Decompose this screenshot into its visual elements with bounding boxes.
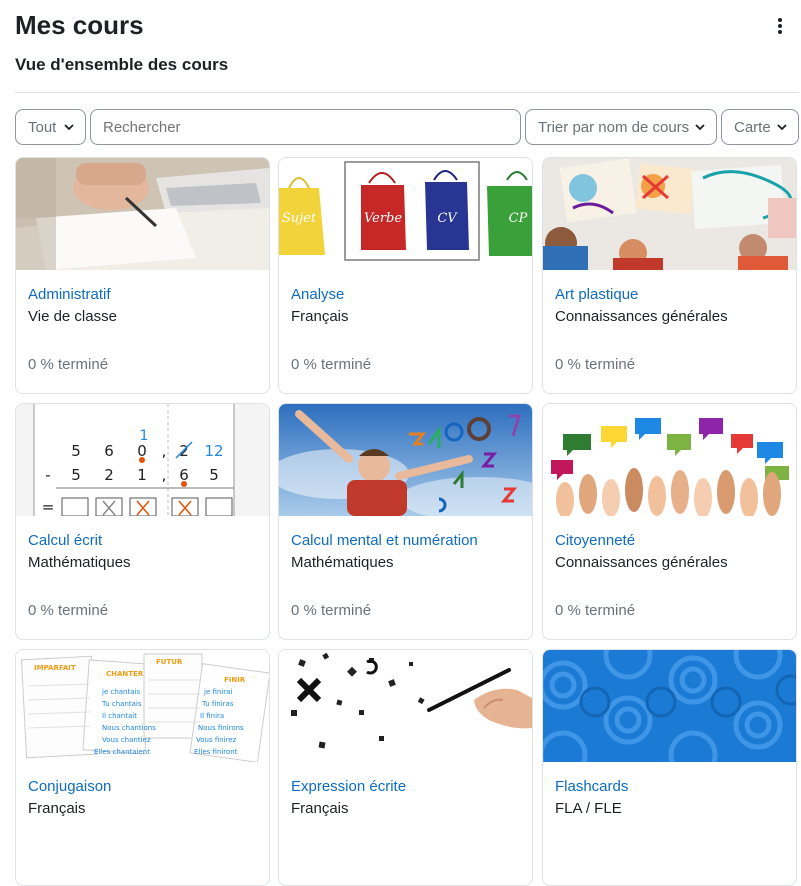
my-courses-page: Mes cours Vue d'ensemble des cours Tout … — [0, 0, 801, 886]
digit: , — [162, 442, 167, 460]
course-progress: 0 % terminé — [28, 356, 109, 373]
conj-line: Il chantait — [102, 712, 137, 720]
course-card[interactable]: Administratif Vie de classe 0 % terminé — [15, 157, 270, 394]
course-image[interactable] — [279, 650, 532, 762]
course-progress: 0 % terminé — [28, 602, 109, 619]
course-card[interactable]: Expression écrite Français — [278, 649, 533, 886]
course-progress: 0 % terminé — [291, 602, 372, 619]
verb-label: FINIR — [224, 676, 246, 684]
course-category: Connaissances générales — [555, 308, 728, 325]
conj-line: je finirai — [203, 688, 232, 696]
bag-label: Sujet — [282, 211, 317, 226]
course-name-link[interactable]: Expression écrite — [291, 778, 406, 795]
course-card[interactable]: IMPARFAIT CHANTER FUTUR FINIR je chantai… — [15, 649, 270, 886]
course-card[interactable]: Citoyenneté Connaissances générales 0 % … — [542, 403, 797, 640]
section-title: Vue d'ensemble des cours — [15, 55, 229, 74]
conj-line: Nous finirons — [198, 724, 244, 732]
course-card[interactable]: Calcul mental et numération Mathématique… — [278, 403, 533, 640]
digit: = — [42, 498, 55, 516]
course-name-link[interactable]: Art plastique — [555, 286, 638, 303]
chevron-down-icon — [777, 124, 787, 131]
course-name-link[interactable]: Citoyenneté — [555, 532, 635, 549]
bag-label: CV — [437, 211, 458, 226]
course-image[interactable]: IMPARFAIT CHANTER FUTUR FINIR je chantai… — [16, 650, 269, 762]
digit: 5 — [71, 466, 81, 484]
digit: 1 — [137, 466, 147, 484]
course-image[interactable]: 1 5 6 0 , 2 12 - 5 2 1 , 6 5 = — [16, 404, 269, 516]
course-progress: 0 % terminé — [555, 356, 636, 373]
more-actions-icon[interactable] — [770, 14, 790, 38]
digit: 5 — [71, 442, 81, 460]
course-category: Français — [28, 800, 86, 817]
search-input[interactable] — [90, 109, 521, 145]
course-image[interactable] — [279, 404, 532, 516]
view-label: Carte — [734, 118, 771, 136]
course-name-link[interactable]: Analyse — [291, 286, 344, 303]
conj-line: Tu chantais — [101, 700, 142, 708]
view-dropdown[interactable]: Carte — [721, 109, 799, 145]
course-name-link[interactable]: Conjugaison — [28, 778, 111, 795]
course-progress: 0 % terminé — [555, 602, 636, 619]
course-card[interactable]: Art plastique Connaissances générales 0 … — [542, 157, 797, 394]
conj-line: Tu finiras — [201, 700, 234, 708]
conj-line: Elles chantaient — [94, 748, 150, 756]
course-image[interactable] — [543, 404, 796, 516]
conj-line: Nous chantions — [102, 724, 156, 732]
digit: 12 — [204, 442, 223, 460]
conj-line: Vous chantiez — [102, 736, 151, 744]
chevron-down-icon — [64, 124, 74, 131]
sort-dropdown[interactable]: Trier par nom de cours — [525, 109, 717, 145]
conj-line: je chantais — [101, 688, 140, 696]
course-name-link[interactable]: Flashcards — [555, 778, 628, 795]
course-category: Connaissances générales — [555, 554, 728, 571]
course-card[interactable]: Flashcards FLA / FLE — [542, 649, 797, 886]
grouping-label: Tout — [28, 118, 57, 136]
course-image[interactable] — [543, 158, 796, 270]
course-category: FLA / FLE — [555, 800, 622, 817]
course-category: Français — [291, 308, 349, 325]
course-name-link[interactable]: Administratif — [28, 286, 111, 303]
digit: - — [45, 466, 50, 484]
conj-line: Elles finiront — [194, 748, 238, 756]
course-category: Français — [291, 800, 349, 817]
course-card[interactable]: 1 5 6 0 , 2 12 - 5 2 1 , 6 5 = — [15, 403, 270, 640]
conj-line: Vous finirez — [196, 736, 237, 744]
course-category: Mathématiques — [291, 554, 394, 571]
digit: , — [162, 466, 167, 484]
tense-label: IMPARFAIT — [34, 664, 76, 672]
page-title: Mes cours — [15, 10, 144, 40]
divider — [15, 92, 799, 93]
grouping-dropdown[interactable]: Tout — [15, 109, 86, 145]
tense-label: FUTUR — [156, 658, 183, 666]
chevron-down-icon — [695, 124, 705, 131]
course-name-link[interactable]: Calcul écrit — [28, 532, 102, 549]
digit: 2 — [104, 466, 114, 484]
digit: 6 — [104, 442, 114, 460]
course-image[interactable] — [16, 158, 269, 270]
bag-label: Verbe — [364, 211, 402, 226]
course-card[interactable]: Sujet Verbe CV CP Analyse Français 0 % t… — [278, 157, 533, 394]
sort-label: Trier par nom de cours — [538, 118, 690, 136]
course-category: Mathématiques — [28, 554, 131, 571]
bag-label: CP — [509, 211, 528, 226]
digit: 5 — [209, 466, 219, 484]
course-image[interactable] — [543, 650, 796, 762]
course-image[interactable]: Sujet Verbe CV CP — [279, 158, 532, 270]
course-category: Vie de classe — [28, 308, 117, 325]
conj-line: Il finira — [200, 712, 224, 720]
course-progress: 0 % terminé — [291, 356, 372, 373]
verb-label: CHANTER — [106, 670, 144, 678]
course-name-link[interactable]: Calcul mental et numération — [291, 532, 478, 549]
